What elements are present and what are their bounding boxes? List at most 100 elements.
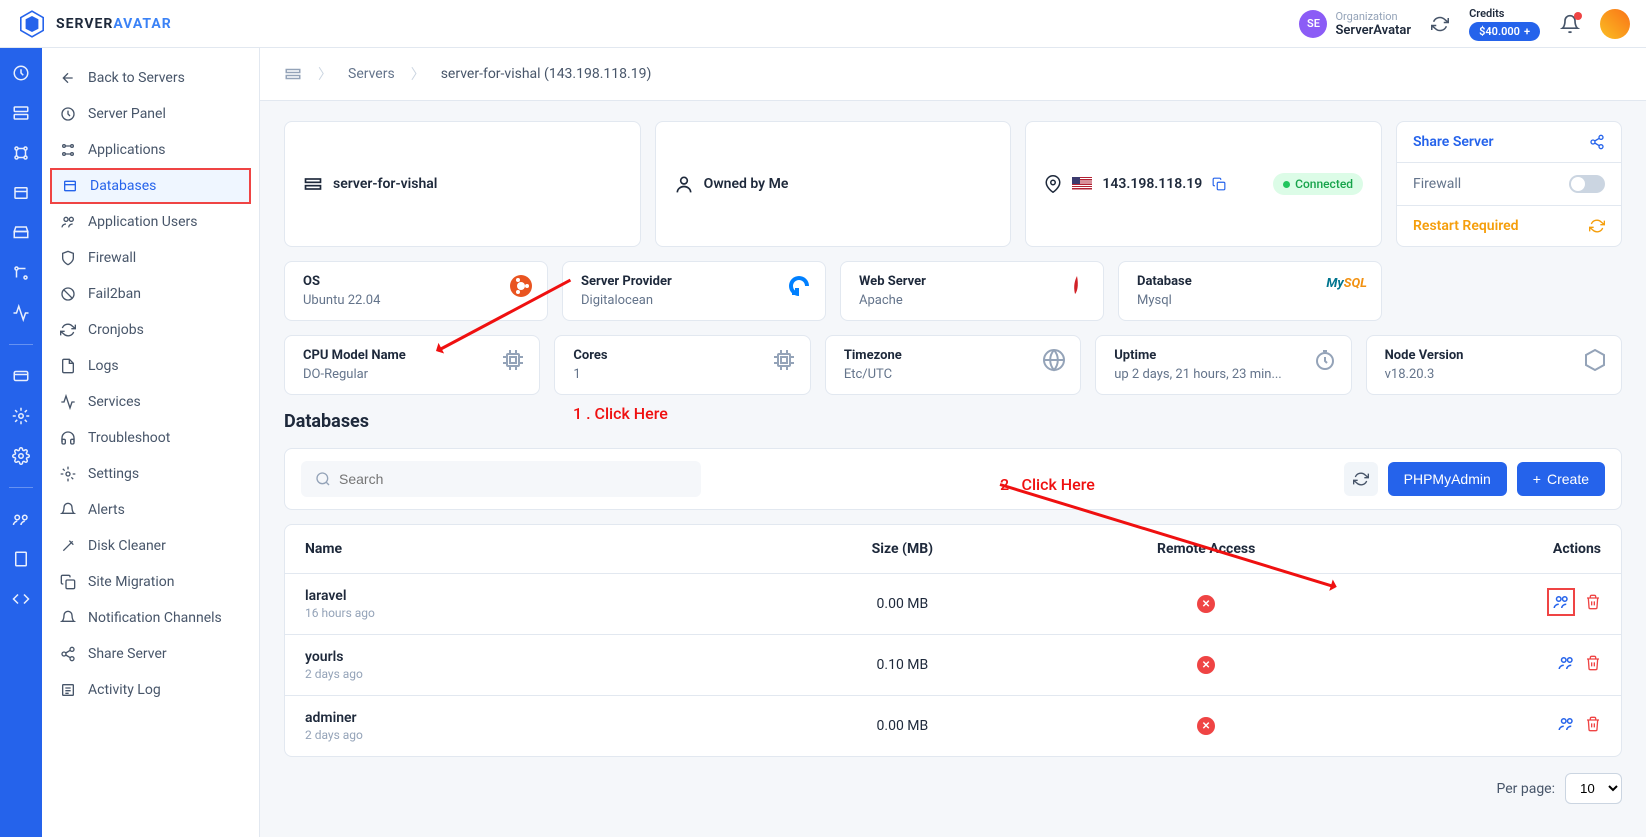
chip-icon <box>772 348 796 372</box>
firewall-toggle[interactable] <box>1569 175 1605 193</box>
sidebar-notification-channels[interactable]: Notification Channels <box>42 600 259 636</box>
tz-label: Timezone <box>844 348 1062 363</box>
uptime-value: up 2 days, 21 hours, 23 min... <box>1114 367 1332 382</box>
sidebar-item-label: Firewall <box>88 250 136 266</box>
sidebar-item-label: Applications <box>88 142 166 158</box>
sidebar-share-server[interactable]: Share Server <box>42 636 259 672</box>
cores-value: 1 <box>573 367 791 382</box>
settings-icon[interactable] <box>12 447 30 465</box>
sidebar-alerts[interactable]: Alerts <box>42 492 259 528</box>
breadcrumb-servers[interactable]: Servers <box>348 66 395 82</box>
node-card: Node Version v18.20.3 <box>1366 335 1622 395</box>
phpmyadmin-button[interactable]: PHPMyAdmin <box>1388 462 1507 496</box>
apps-icon[interactable] <box>12 144 30 162</box>
db-icon[interactable] <box>12 184 30 202</box>
sidebar-item-label: Alerts <box>88 502 125 518</box>
delete-button[interactable] <box>1585 655 1601 671</box>
users-icon <box>60 214 76 230</box>
delete-button[interactable] <box>1585 716 1601 732</box>
sidebar-firewall[interactable]: Firewall <box>42 240 259 276</box>
docs-icon[interactable] <box>12 550 30 568</box>
sidebar-item-label: Settings <box>88 466 139 482</box>
sidebar-databases[interactable]: Databases <box>50 168 251 204</box>
refresh-icon[interactable] <box>1431 15 1449 33</box>
share-icon <box>1589 134 1605 150</box>
sidebar-settings[interactable]: Settings <box>42 456 259 492</box>
db-name: adminer <box>305 710 751 726</box>
os-card: OS Ubuntu 22.04 <box>284 261 548 321</box>
credits-badge[interactable]: $40.000 + <box>1469 22 1540 41</box>
activity-icon <box>60 394 76 410</box>
user-avatar[interactable] <box>1600 9 1630 39</box>
webserver-value: Apache <box>859 293 1085 308</box>
storage-icon[interactable] <box>12 224 30 242</box>
servers-icon[interactable] <box>12 104 30 122</box>
search-input[interactable] <box>339 471 687 487</box>
sidebar-fail2ban[interactable]: Fail2ban <box>42 276 259 312</box>
webserver-label: Web Server <box>859 274 1085 289</box>
credits-label: Credits <box>1469 7 1540 20</box>
manage-users-button[interactable] <box>1547 588 1575 616</box>
sidebar-item-label: Notification Channels <box>88 610 222 626</box>
ip-card: 143.198.118.19 Connected <box>1025 121 1382 247</box>
list-icon[interactable] <box>284 65 302 83</box>
os-label: OS <box>303 274 529 289</box>
delete-button[interactable] <box>1585 594 1601 610</box>
firewall-toggle-row: Firewall <box>1397 163 1621 206</box>
sidebar-activity-log[interactable]: Activity Log <box>42 672 259 708</box>
sidebar-item-label: Databases <box>90 178 156 194</box>
digitalocean-icon <box>787 274 811 298</box>
sidebar-logs[interactable]: Logs <box>42 348 259 384</box>
table-row: yourls 2 days ago 0.10 MB ✕ <box>285 635 1621 696</box>
sidebar-site-migration[interactable]: Site Migration <box>42 564 259 600</box>
org-name: ServerAvatar <box>1335 23 1411 38</box>
sidebar-troubleshoot[interactable]: Troubleshoot <box>42 420 259 456</box>
copy-icon[interactable] <box>1212 177 1226 191</box>
sidebar-server-panel[interactable]: Server Panel <box>42 96 259 132</box>
restart-required-link[interactable]: Restart Required <box>1397 206 1621 246</box>
right-actions-card: Share Server Firewall Restart Required <box>1396 121 1622 247</box>
org-selector[interactable]: SE Organization ServerAvatar <box>1299 10 1411 38</box>
tools-icon[interactable] <box>12 407 30 425</box>
sidebar-item-label: Share Server <box>88 646 167 662</box>
th-size: Size (MB) <box>751 541 1055 557</box>
share-server-link[interactable]: Share Server <box>1397 122 1621 163</box>
cpu-card: CPU Model Name DO-Regular <box>284 335 540 395</box>
pin-icon <box>1044 175 1062 193</box>
sidebar-services[interactable]: Services <box>42 384 259 420</box>
share-icon <box>60 646 76 662</box>
sidebar-applications[interactable]: Applications <box>42 132 259 168</box>
section-title: Databases <box>284 411 1622 432</box>
create-button[interactable]: + Create <box>1517 462 1605 496</box>
sidebar-disk-cleaner[interactable]: Disk Cleaner <box>42 528 259 564</box>
billing-icon[interactable] <box>12 367 30 385</box>
chip-icon <box>501 348 525 372</box>
sidebar-app-users[interactable]: Application Users <box>42 204 259 240</box>
manage-users-button[interactable] <box>1557 654 1575 672</box>
per-page-select[interactable]: 10 <box>1565 773 1622 804</box>
bell-icon <box>60 610 76 626</box>
network-icon[interactable] <box>12 264 30 282</box>
code-icon[interactable] <box>12 590 30 608</box>
notification-dot <box>1574 12 1582 20</box>
db-time: 2 days ago <box>305 667 751 681</box>
server-name: server-for-vishal <box>333 176 437 192</box>
sidebar-back[interactable]: Back to Servers <box>42 60 259 96</box>
webserver-card: Web Server Apache <box>840 261 1104 321</box>
timezone-card: Timezone Etc/UTC <box>825 335 1081 395</box>
remote-access-disabled-icon: ✕ <box>1197 717 1215 735</box>
logo[interactable]: SERVERAVATAR <box>16 8 172 40</box>
manage-users-button[interactable] <box>1557 715 1575 733</box>
dashboard-icon[interactable] <box>12 64 30 82</box>
cpu-value: DO-Regular <box>303 367 521 382</box>
team-icon[interactable] <box>12 510 30 528</box>
refresh-button[interactable] <box>1344 462 1378 496</box>
credits: Credits $40.000 + <box>1469 7 1540 41</box>
sidebar-cronjobs[interactable]: Cronjobs <box>42 312 259 348</box>
db-time: 16 hours ago <box>305 606 751 620</box>
gauge-icon <box>60 106 76 122</box>
notifications-icon[interactable] <box>1560 14 1580 34</box>
provider-card: Server Provider Digitalocean <box>562 261 826 321</box>
health-icon[interactable] <box>12 304 30 322</box>
headphones-icon <box>60 430 76 446</box>
